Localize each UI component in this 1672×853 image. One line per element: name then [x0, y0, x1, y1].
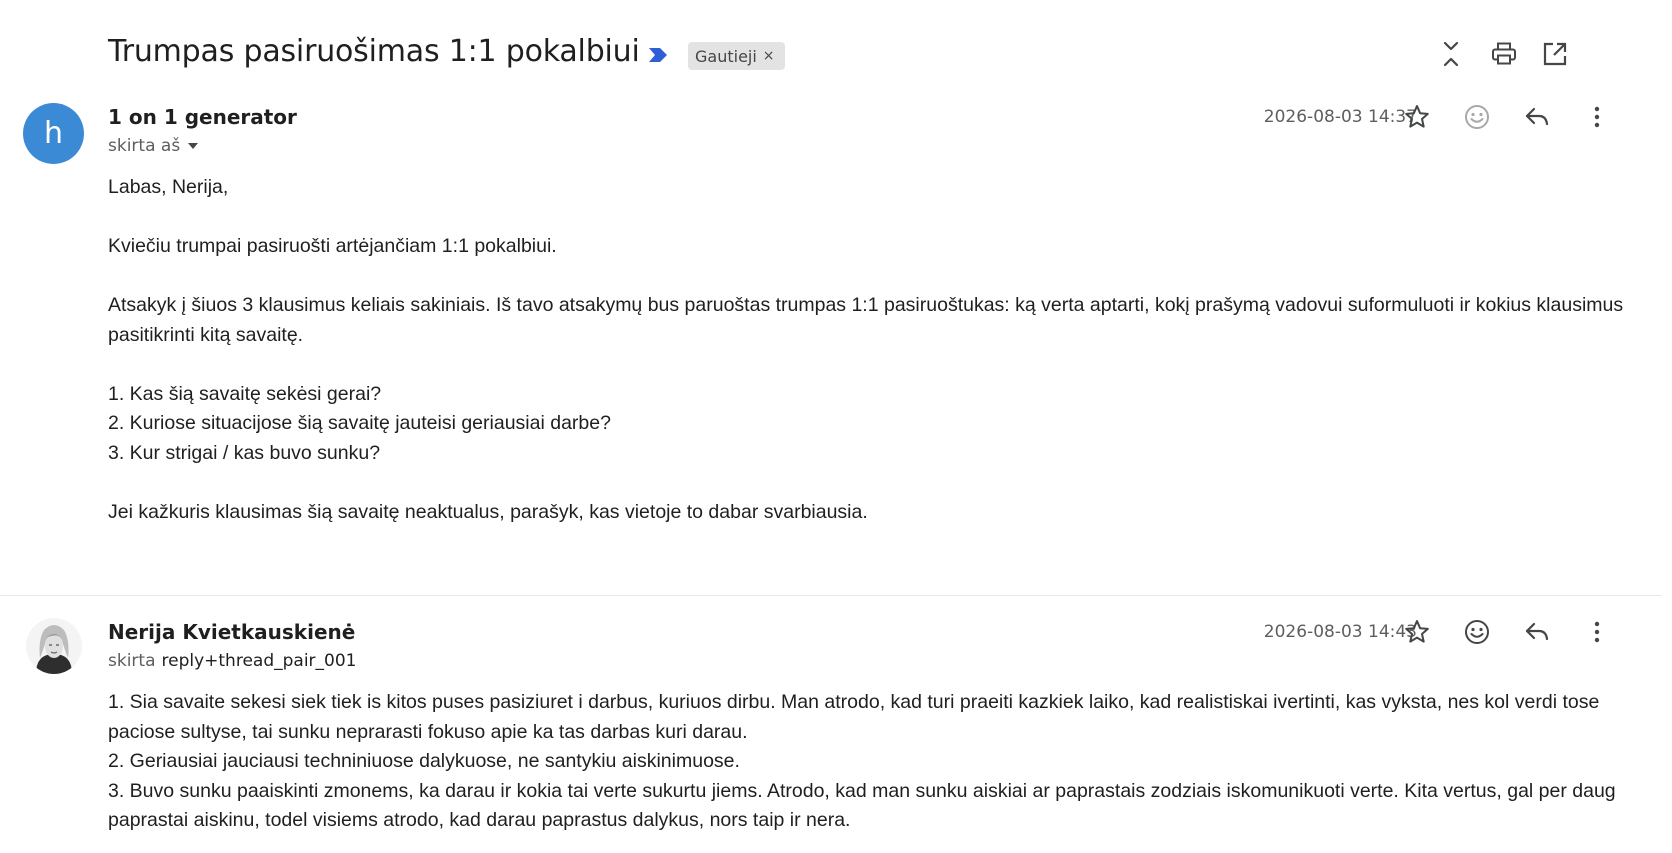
subject-row: Trumpas pasiruošimas 1:1 pokalbiui Gauti…: [0, 0, 1672, 100]
emoji-reaction-icon[interactable]: [1463, 103, 1491, 131]
question-item: 2. Kuriose situacijose šią savaitę jaute…: [108, 412, 611, 434]
email-subject: Trumpas pasiruošimas 1:1 pokalbiui: [108, 34, 640, 69]
instructions-paragraph: Atsakyk į šiuos 3 klausimus keliais saki…: [108, 294, 1624, 346]
avatar-portrait-icon: [26, 618, 82, 674]
recipient-address[interactable]: reply+thread_pair_001: [162, 651, 357, 671]
sender-name[interactable]: 1 on 1 generator: [108, 105, 297, 129]
importance-marker-icon[interactable]: [647, 44, 669, 66]
message-timestamp: 2026-08-03 14:43: [1263, 622, 1417, 642]
message-timestamp: 2026-08-03 14:37: [1263, 107, 1417, 127]
reply-icon[interactable]: [1523, 618, 1551, 646]
print-icon[interactable]: [1490, 40, 1518, 68]
answer-item: 2. Geriausiai jauciausi techniniuose dal…: [108, 750, 740, 772]
label-chip-text: Gautieji: [695, 46, 757, 66]
sender-name[interactable]: Nerija Kvietkauskienė: [108, 620, 355, 644]
question-item: 3. Kur strigai / kas buvo sunku?: [108, 441, 381, 464]
recipient-line: skirta reply+thread_pair_001: [108, 651, 357, 671]
open-in-new-window-icon[interactable]: [1541, 40, 1569, 68]
closing-paragraph: Jei kažkuris klausimas šią savaitę neakt…: [108, 500, 868, 523]
more-options-icon[interactable]: [1583, 103, 1611, 131]
show-details-caret-icon[interactable]: [186, 139, 200, 153]
avatar[interactable]: [26, 618, 82, 674]
emoji-reaction-icon[interactable]: [1463, 618, 1491, 646]
star-icon[interactable]: [1403, 103, 1431, 131]
label-chip-inbox: Gautieji ×: [688, 42, 785, 70]
greeting: Labas, Nerija,: [108, 176, 229, 198]
collapse-all-icon[interactable]: [1437, 40, 1465, 68]
avatar[interactable]: h: [23, 103, 84, 164]
message-body: Labas, Nerija, Kviečiu trumpai pasiruošt…: [108, 173, 1648, 527]
recipient-prefix: skirta: [108, 651, 156, 671]
remove-label-icon[interactable]: ×: [763, 48, 775, 64]
intro-paragraph: Kviečiu trumpai pasiruošti artėjančiam 1…: [108, 235, 557, 257]
star-icon[interactable]: [1403, 618, 1431, 646]
reply-icon[interactable]: [1523, 103, 1551, 131]
recipient-line: skirta aš: [108, 136, 200, 156]
more-options-icon[interactable]: [1583, 618, 1611, 646]
recipient-text: skirta aš: [108, 136, 181, 156]
question-item: 1. Kas šią savaitę sekėsi gerai?: [108, 382, 382, 405]
message-divider: [0, 595, 1662, 596]
answer-item: 1. Sia savaite sekesi siek tiek is kitos…: [108, 691, 1600, 743]
message-body: 1. Sia savaite sekesi siek tiek is kitos…: [108, 688, 1648, 836]
answer-item: 3. Buvo sunku paaiskinti zmonems, ka dar…: [108, 779, 1616, 832]
